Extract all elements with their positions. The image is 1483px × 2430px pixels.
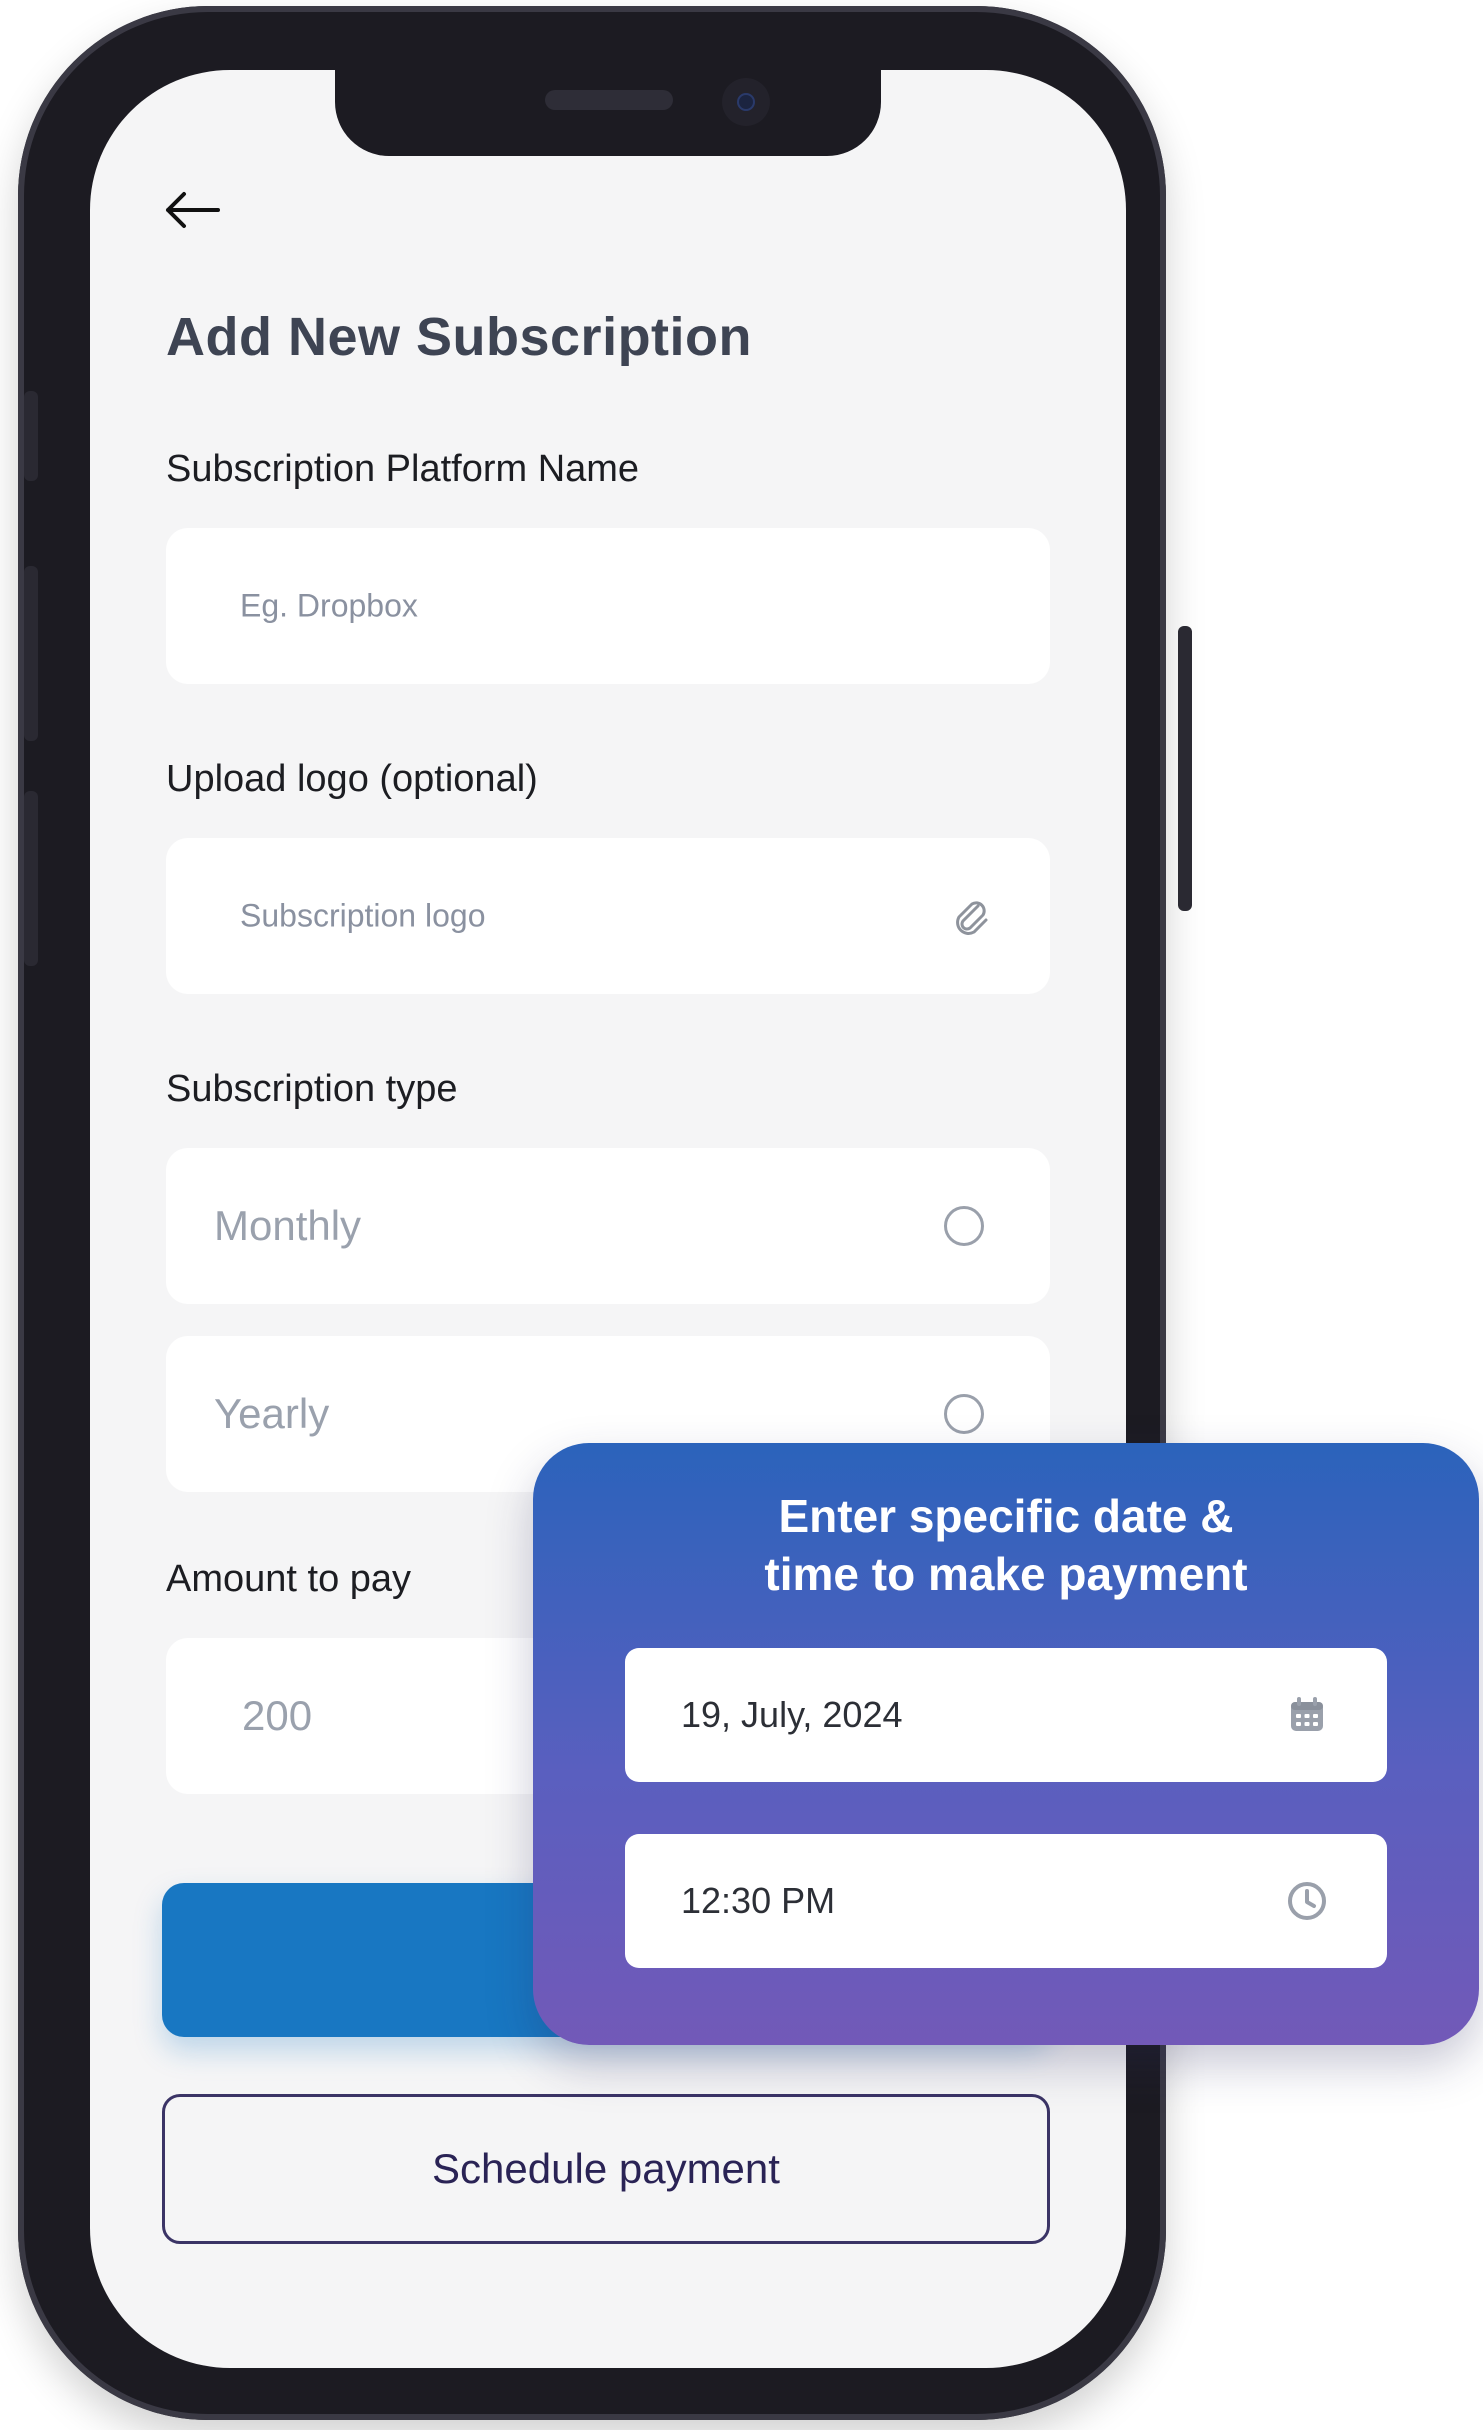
- power-button: [1178, 626, 1192, 911]
- platform-name-label: Subscription Platform Name: [166, 448, 640, 490]
- calendar-icon[interactable]: [1285, 1693, 1329, 1737]
- page-title: Add New Subscription: [166, 307, 753, 367]
- amount-value: 200: [242, 1692, 313, 1739]
- option-yearly-label: Yearly: [214, 1390, 330, 1437]
- volume-up-button: [24, 566, 38, 741]
- volume-down-button: [24, 791, 38, 966]
- logo-upload-placeholder: Subscription logo: [240, 897, 486, 934]
- radio-yearly[interactable]: [944, 1394, 984, 1434]
- silent-switch: [24, 391, 38, 481]
- schedule-card-title-line2: time to make payment: [764, 1548, 1248, 1600]
- option-monthly[interactable]: Monthly: [166, 1148, 1050, 1304]
- clock-icon[interactable]: [1285, 1879, 1329, 1923]
- speaker-grille: [545, 90, 673, 110]
- notch: [335, 70, 881, 156]
- upload-logo-label: Upload logo (optional): [166, 758, 538, 800]
- schedule-card-title: Enter specific date & time to make payme…: [533, 1487, 1479, 1603]
- radio-monthly[interactable]: [944, 1206, 984, 1246]
- paperclip-icon[interactable]: [948, 894, 992, 938]
- front-camera: [722, 78, 770, 126]
- option-monthly-label: Monthly: [214, 1202, 362, 1249]
- time-input[interactable]: 12:30 PM: [625, 1834, 1387, 1968]
- phone-frame: Add New Subscription Subscription Platfo…: [18, 6, 1192, 2420]
- platform-name-input[interactable]: Eg. Dropbox: [166, 528, 1050, 684]
- date-input[interactable]: 19, July, 2024: [625, 1648, 1387, 1782]
- platform-name-placeholder: Eg. Dropbox: [240, 587, 418, 624]
- schedule-card: Enter specific date & time to make payme…: [533, 1443, 1479, 2045]
- time-value: 12:30 PM: [681, 1880, 836, 1921]
- schedule-card-title-line1: Enter specific date &: [778, 1490, 1234, 1542]
- amount-label: Amount to pay: [166, 1558, 412, 1600]
- logo-upload-field[interactable]: Subscription logo: [166, 838, 1050, 994]
- subscription-type-label: Subscription type: [166, 1068, 458, 1110]
- schedule-payment-button[interactable]: Schedule payment: [162, 2094, 1050, 2244]
- back-arrow-icon[interactable]: [162, 190, 222, 230]
- date-value: 19, July, 2024: [681, 1694, 903, 1735]
